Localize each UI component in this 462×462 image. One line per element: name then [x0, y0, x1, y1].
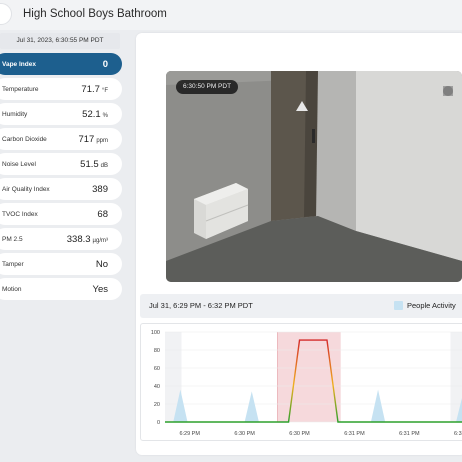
metric-value: 51.5 dB	[80, 158, 108, 170]
last-updated-timestamp: Jul 31, 2023, 6:30:55 PM PDT	[0, 33, 120, 49]
metric-pm25[interactable]: PM 2.5 338.3 µg/m³	[0, 228, 122, 250]
chart-canvas: 0 20 40 60 80 100 6:29 PM 6:30 PM 6:30 PM 6:31 PM…	[151, 330, 462, 437]
y-tick-label-20: 20	[154, 402, 160, 408]
metric-label: Noise Level	[2, 160, 36, 168]
metric-label: Temperature	[2, 85, 39, 93]
metric-label: Humidity	[2, 110, 28, 118]
metric-label: Motion	[2, 285, 22, 293]
metric-label: Vape Index	[2, 60, 36, 68]
metric-tvoc-index[interactable]: TVOC Index 68	[0, 203, 122, 225]
metric-vape-index[interactable]: Vape Index 0	[0, 53, 122, 75]
metric-value: 68	[97, 208, 108, 220]
metric-carbon-dioxide[interactable]: Carbon Dioxide 717 ppm	[0, 128, 122, 150]
x-tick-label-4: 6:31 PM	[399, 431, 420, 437]
chart-header: Jul 31, 6:29 PM - 6:32 PM PDT People Act…	[140, 294, 462, 318]
metric-label: Carbon Dioxide	[2, 135, 47, 143]
metric-temperature[interactable]: Temperature 71.7 °F	[0, 78, 122, 100]
x-tick-label-3: 6:31 PM	[344, 431, 365, 437]
vape-index-chart: 0 20 40 60 80 100 6:29 PM 6:30 PM 6:30 PM 6:31 PM…	[140, 323, 462, 441]
metric-label: Air Quality Index	[2, 185, 50, 193]
metric-air-quality-index[interactable]: Air Quality Index 389	[0, 178, 122, 200]
x-tick-label-0: 6:29 PM	[179, 431, 200, 437]
metric-label: PM 2.5	[2, 235, 23, 243]
legend-swatch-people-activity[interactable]	[394, 301, 403, 310]
x-tick-label-5: 6:32 PM	[454, 431, 462, 437]
metric-value: 52.1%	[82, 108, 108, 120]
legend-label-people-activity[interactable]: People Activity	[407, 301, 456, 310]
time-range-label: Jul 31, 6:29 PM - 6:32 PM PDT	[149, 301, 253, 310]
back-button[interactable]	[0, 3, 12, 25]
camera-timestamp: 6:30:50 PM PDT	[176, 80, 239, 94]
x-tick-label-2: 6:30 PM	[289, 431, 310, 437]
metric-noise-level[interactable]: Noise Level 51.5 dB	[0, 153, 122, 175]
y-tick-label-60: 60	[154, 366, 160, 372]
metric-value: 717 ppm	[78, 133, 108, 145]
x-tick-label-1: 6:30 PM	[234, 431, 255, 437]
y-tick-label-80: 80	[154, 348, 160, 354]
metric-value: Yes	[92, 283, 109, 295]
metric-motion[interactable]: Motion Yes	[0, 278, 122, 300]
metric-value: No	[95, 258, 108, 270]
y-tick-label-100: 100	[151, 330, 160, 336]
metric-value: 71.7 °F	[81, 83, 108, 95]
metric-label: TVOC Index	[2, 210, 38, 218]
top-bar: High School Boys Bathroom	[0, 0, 462, 30]
camera-scene	[166, 71, 462, 282]
metric-value: 338.3 µg/m³	[66, 233, 108, 245]
detail-panel: 6:30:50 PM PDT Jul 31, 6:29 PM - 6:32 PM…	[136, 33, 462, 455]
page-title: High School Boys Bathroom	[23, 8, 167, 20]
metric-humidity[interactable]: Humidity 52.1%	[0, 103, 122, 125]
metric-value: 389	[92, 183, 108, 195]
metric-label: Tamper	[2, 260, 24, 268]
y-tick-label-40: 40	[154, 384, 160, 390]
metric-value: 0	[102, 58, 108, 70]
y-tick-label-0: 0	[157, 420, 160, 426]
camera-feed[interactable]: 6:30:50 PM PDT	[166, 71, 462, 282]
metric-tamper[interactable]: Tamper No	[0, 253, 122, 275]
